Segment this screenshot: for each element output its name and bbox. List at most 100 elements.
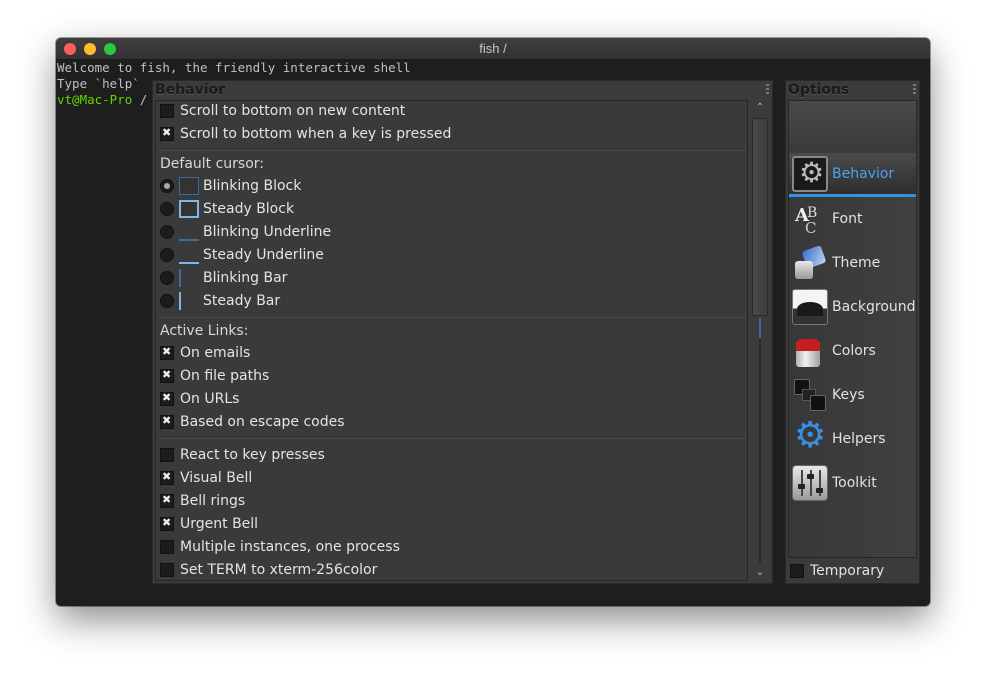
checkbox[interactable] bbox=[160, 104, 174, 118]
colors-icon bbox=[792, 333, 828, 369]
scroll-track-highlight bbox=[759, 318, 761, 338]
terminal-prompt: vt@Mac-Pro / bbox=[57, 92, 147, 108]
panel-grip-icon[interactable] bbox=[913, 84, 916, 94]
option-label: Scroll to bottom on new content bbox=[180, 103, 406, 119]
radio-button[interactable] bbox=[160, 294, 174, 308]
scroll-new-content-option[interactable]: Scroll to bottom on new content bbox=[160, 101, 405, 121]
svg-text:C: C bbox=[805, 219, 816, 237]
scroll-key-pressed-option[interactable]: Scroll to bottom when a key is pressed bbox=[160, 124, 451, 144]
checkbox[interactable] bbox=[160, 516, 174, 531]
options-item-label: Behavior bbox=[832, 165, 895, 182]
prompt-dir: / bbox=[132, 92, 148, 107]
link-option-emails[interactable]: On emails bbox=[160, 343, 250, 363]
toolkit-icon bbox=[792, 465, 828, 501]
misc-option-visual-bell[interactable]: Visual Bell bbox=[160, 468, 252, 488]
link-option-file-paths[interactable]: On file paths bbox=[160, 366, 269, 386]
divider bbox=[158, 317, 746, 318]
cursor-preview-icon bbox=[178, 199, 200, 219]
panel-title: Behavior bbox=[155, 82, 226, 98]
terminal-line: Type `help` bbox=[57, 76, 140, 91]
options-item-font[interactable]: ABC Font bbox=[789, 197, 916, 241]
cursor-preview-icon bbox=[178, 222, 200, 242]
misc-option-bell-rings[interactable]: Bell rings bbox=[160, 491, 245, 511]
checkbox[interactable] bbox=[160, 368, 174, 383]
option-label: Set TERM to xterm-256color bbox=[180, 562, 378, 578]
divider bbox=[158, 438, 746, 439]
options-item-label: Keys bbox=[832, 387, 865, 403]
cursor-option-blinking-underline[interactable]: Blinking Underline bbox=[160, 222, 331, 242]
scroll-thumb[interactable] bbox=[752, 118, 768, 316]
panel-grip-icon[interactable] bbox=[766, 84, 769, 94]
cursor-option-blinking-bar[interactable]: Blinking Bar bbox=[160, 268, 287, 288]
scroll-down-icon[interactable]: ⌄ bbox=[754, 567, 766, 579]
scroll-track[interactable] bbox=[759, 318, 761, 563]
behavior-content: Scroll to bottom on new content Scroll t… bbox=[155, 100, 748, 581]
options-item-label: Background bbox=[832, 299, 916, 315]
checkbox[interactable] bbox=[160, 563, 174, 577]
option-label: Urgent Bell bbox=[180, 516, 259, 532]
cursor-option-steady-bar[interactable]: Steady Bar bbox=[160, 291, 280, 311]
options-item-toolkit[interactable]: Toolkit bbox=[789, 461, 916, 505]
checkbox[interactable] bbox=[160, 345, 174, 360]
option-label: Blinking Underline bbox=[203, 224, 332, 240]
radio-button[interactable] bbox=[160, 248, 174, 262]
cursor-option-blinking-block[interactable]: Blinking Block bbox=[160, 176, 301, 196]
titlebar[interactable]: fish / bbox=[56, 38, 930, 60]
option-label: Blinking Block bbox=[203, 178, 302, 194]
checkbox[interactable] bbox=[160, 470, 174, 485]
option-label: Based on escape codes bbox=[180, 414, 345, 430]
options-item-theme[interactable]: Theme bbox=[789, 241, 916, 285]
background-icon bbox=[792, 289, 828, 325]
cursor-heading: Default cursor: bbox=[160, 156, 265, 172]
checkbox[interactable] bbox=[160, 540, 174, 554]
option-label: On file paths bbox=[180, 368, 270, 384]
behavior-icon bbox=[792, 155, 828, 192]
options-item-label: Theme bbox=[832, 255, 881, 271]
checkbox[interactable] bbox=[160, 391, 174, 406]
panel-title: Options bbox=[788, 82, 850, 98]
radio-button[interactable] bbox=[160, 225, 174, 239]
option-label: Visual Bell bbox=[180, 470, 253, 486]
link-option-escape-codes[interactable]: Based on escape codes bbox=[160, 412, 345, 432]
cursor-option-steady-underline[interactable]: Steady Underline bbox=[160, 245, 324, 265]
option-label: On emails bbox=[180, 345, 251, 361]
options-item-label: Toolkit bbox=[832, 475, 877, 491]
temporary-option[interactable]: Temporary bbox=[790, 561, 884, 581]
checkbox[interactable] bbox=[160, 493, 174, 508]
options-list: Behavior ABC Font Theme Background Color… bbox=[788, 100, 917, 558]
keys-icon bbox=[792, 377, 828, 413]
misc-option-set-term[interactable]: Set TERM to xterm-256color bbox=[160, 560, 377, 580]
checkbox[interactable] bbox=[790, 564, 804, 578]
option-label: Steady Block bbox=[203, 201, 295, 217]
radio-button[interactable] bbox=[160, 202, 174, 216]
checkbox[interactable] bbox=[160, 448, 174, 462]
cursor-preview-icon bbox=[178, 291, 200, 311]
misc-option-urgent-bell[interactable]: Urgent Bell bbox=[160, 514, 258, 534]
window-title: fish / bbox=[479, 41, 507, 56]
cursor-option-steady-block[interactable]: Steady Block bbox=[160, 199, 294, 219]
radio-button[interactable] bbox=[160, 271, 174, 285]
option-label: Multiple instances, one process bbox=[180, 539, 400, 555]
option-label: Bell rings bbox=[180, 493, 246, 509]
option-label: Blinking Bar bbox=[203, 270, 288, 286]
link-option-urls[interactable]: On URLs bbox=[160, 389, 239, 409]
behavior-scrollbar[interactable]: ⌃ ⌄ bbox=[751, 100, 769, 581]
prompt-user: vt@Mac-Pro bbox=[57, 92, 133, 107]
scroll-up-icon[interactable]: ⌃ bbox=[754, 102, 766, 114]
options-item-keys[interactable]: Keys bbox=[789, 373, 916, 417]
checkbox[interactable] bbox=[160, 126, 174, 141]
options-item-behavior[interactable]: Behavior bbox=[789, 153, 916, 197]
divider bbox=[158, 150, 746, 151]
font-icon: ABC bbox=[792, 201, 828, 237]
misc-option-multiple-instances[interactable]: Multiple instances, one process bbox=[160, 537, 400, 557]
option-label: Steady Bar bbox=[203, 293, 281, 309]
cursor-preview-icon bbox=[178, 268, 200, 288]
radio-button[interactable] bbox=[160, 179, 174, 193]
option-label: Scroll to bottom when a key is pressed bbox=[180, 126, 452, 142]
options-item-colors[interactable]: Colors bbox=[789, 329, 916, 373]
options-item-background[interactable]: Background bbox=[789, 285, 916, 329]
options-item-helpers[interactable]: Helpers bbox=[789, 415, 916, 461]
checkbox[interactable] bbox=[160, 414, 174, 429]
links-heading: Active Links: bbox=[160, 323, 249, 339]
misc-option-react-key-presses[interactable]: React to key presses bbox=[160, 445, 325, 465]
